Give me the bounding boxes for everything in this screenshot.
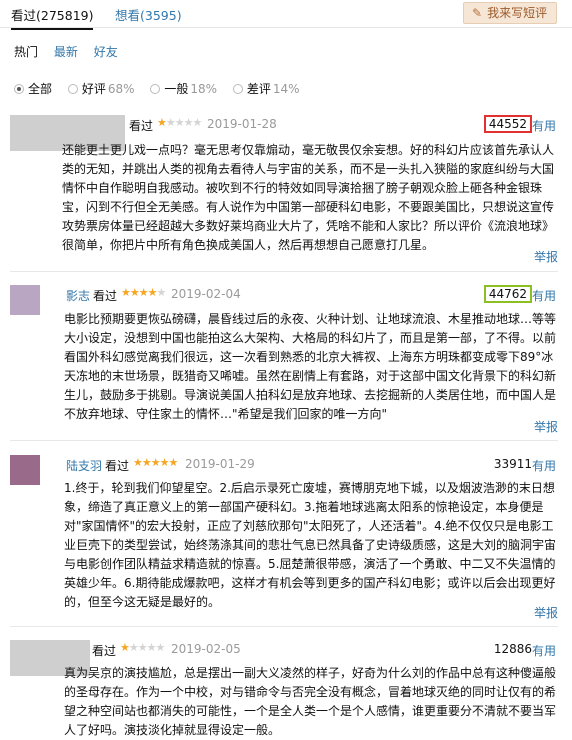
radio-icon xyxy=(232,84,243,94)
review-date: 2019-02-05 xyxy=(171,642,241,656)
tab-watched[interactable]: 看过(275819) xyxy=(11,5,94,30)
filter-good-pct: 68% xyxy=(107,82,135,96)
radio-icon xyxy=(14,84,24,94)
divider xyxy=(10,626,558,627)
useful-button[interactable]: 有用 xyxy=(532,457,556,474)
filter-bad[interactable]: 差评 14% xyxy=(232,80,300,97)
rating-stars: ★★★★★ xyxy=(120,641,165,654)
filter-all[interactable]: 全部 xyxy=(14,80,52,97)
report-link[interactable]: 举报 xyxy=(534,604,558,621)
filter-mid[interactable]: 一般 18% xyxy=(150,80,217,97)
tab-want-to-watch[interactable]: 想看(3595) xyxy=(115,5,182,24)
pen-icon: ✎ xyxy=(472,6,483,20)
watched-status: 看过 xyxy=(92,644,117,658)
review-date: 2019-02-04 xyxy=(171,287,241,301)
review-date: 2019-01-29 xyxy=(185,457,255,471)
useful-button[interactable]: 有用 xyxy=(532,287,556,304)
avatar[interactable] xyxy=(10,285,40,315)
review-date: 2019-01-28 xyxy=(207,117,277,131)
rating-stars: ★★★★★ xyxy=(121,286,166,299)
vote-count: 44552 xyxy=(483,115,532,133)
write-review-label: 我来写短评 xyxy=(487,6,548,20)
vote-count: 44762 xyxy=(483,285,532,303)
review-text: 还能更土更儿戏一点吗？毫无思考仅靠煽动，毫无敬畏仅余妄想。好的科幻片应该首先承认… xyxy=(62,143,555,252)
username[interactable]: 影志 xyxy=(66,287,90,304)
useful-button[interactable]: 有用 xyxy=(532,117,556,134)
filter-all-label: 全部 xyxy=(28,82,53,96)
report-link[interactable]: 举报 xyxy=(534,248,558,265)
rating-stars: ★★★★★ xyxy=(133,456,178,469)
review-text: 1.终于，轮到我们仰望星空。2.后启示录死亡废墟，赛博朋克地下城，以及烟波浩渺的… xyxy=(64,481,557,609)
report-link[interactable]: 举报 xyxy=(534,418,558,435)
watched-status: 看过 xyxy=(105,459,130,473)
rating-stars: ★★★★★ xyxy=(157,116,202,129)
vote-count-value: 44762 xyxy=(483,285,532,303)
filter-mid-pct: 18% xyxy=(190,82,218,96)
sort-hot[interactable]: 热门 xyxy=(14,45,38,59)
write-review-button[interactable]: ✎ 我来写短评 xyxy=(463,2,557,24)
radio-icon xyxy=(150,84,161,94)
username[interactable]: 陆支羽 xyxy=(66,457,102,474)
rating-filter: 全部 好评 68% 一般 18% 差评 14% xyxy=(14,80,312,97)
filter-good[interactable]: 好评 68% xyxy=(67,80,135,97)
filter-mid-label: 一般 xyxy=(164,82,189,96)
vote-count: 33911 xyxy=(493,457,532,471)
avatar[interactable] xyxy=(10,455,40,485)
useful-button[interactable]: 有用 xyxy=(532,642,556,659)
review-text: 电影比预期要更恢弘磅礴，晨昏线过后的永夜、火种计划、让地球流浪、木星推动地球…等… xyxy=(64,312,557,421)
comment-tabs: 看过(275819) 想看(3595) ✎ 我来写短评 xyxy=(0,0,572,30)
vote-count-value: 44552 xyxy=(483,115,532,133)
sort-friends[interactable]: 好友 xyxy=(94,45,118,59)
vote-count: 12886 xyxy=(493,642,532,656)
filter-bad-pct: 14% xyxy=(272,82,300,96)
radio-icon xyxy=(67,84,78,94)
divider xyxy=(10,440,558,441)
watched-status: 看过 xyxy=(129,119,154,133)
sort-latest[interactable]: 最新 xyxy=(54,45,78,59)
watched-status: 看过 xyxy=(93,289,118,303)
filter-good-label: 好评 xyxy=(81,82,106,96)
divider xyxy=(10,271,558,272)
filter-bad-label: 差评 xyxy=(246,82,271,96)
sort-nav: 热门 最新 好友 xyxy=(14,43,130,60)
review-text: 真为吴京的演技尴尬，总是摆出一副大义凌然的样子，好奇为什么刘的作品中总有这种傻逼… xyxy=(64,666,557,737)
